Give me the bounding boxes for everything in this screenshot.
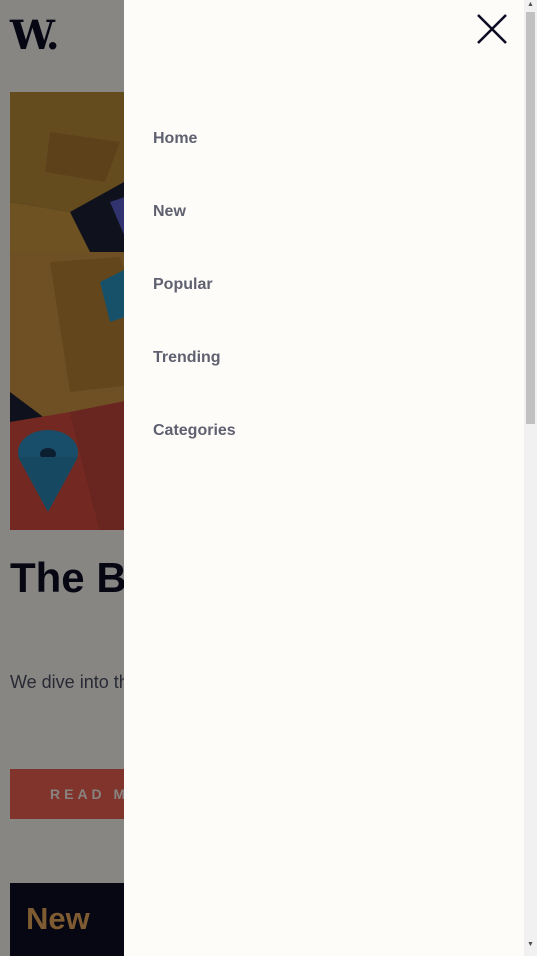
close-menu-button[interactable]: [475, 12, 509, 46]
nav-item-popular[interactable]: Popular: [153, 276, 213, 294]
nav-drawer: Home New Popular Trending Categories: [124, 0, 524, 956]
close-icon: [477, 14, 507, 44]
nav-item-new[interactable]: New: [153, 203, 186, 221]
chevron-up-icon[interactable]: ▲: [526, 0, 535, 10]
nav-item-home[interactable]: Home: [153, 130, 197, 148]
scrollbar-thumb[interactable]: [526, 12, 535, 424]
nav-item-categories[interactable]: Categories: [153, 422, 236, 440]
nav-item-trending[interactable]: Trending: [153, 349, 221, 367]
chevron-down-icon[interactable]: ▼: [526, 940, 535, 950]
scrollbar[interactable]: ▲ ▼: [524, 0, 537, 956]
